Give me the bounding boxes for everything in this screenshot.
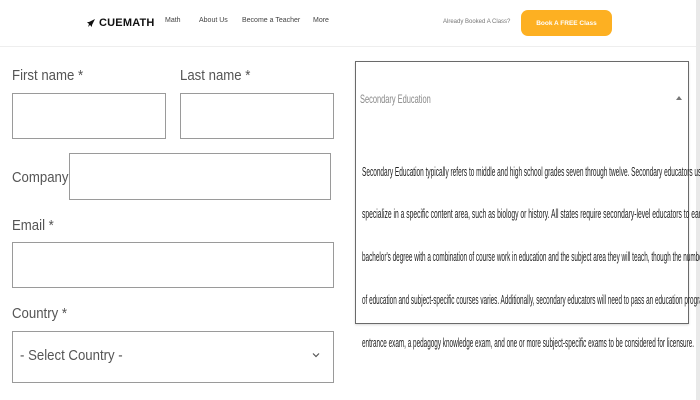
accordion-title[interactable]: Secondary Education xyxy=(360,92,431,106)
nav-link-more[interactable]: More xyxy=(313,17,329,24)
book-free-class-button[interactable]: Book A FREE Class xyxy=(521,10,612,36)
rocket-icon xyxy=(87,19,95,27)
email-label: Email * xyxy=(12,217,54,234)
top-nav: CUEMATH Math About Us Become a Teacher M… xyxy=(0,0,700,47)
last-name-field[interactable] xyxy=(180,93,334,139)
accordion-panel: Secondary Education xyxy=(355,61,689,324)
nav-link-become-a-teacher[interactable]: Become a Teacher xyxy=(242,17,300,24)
company-label: Company * xyxy=(12,169,78,186)
accordion-body-line: Secondary Education typically refers to … xyxy=(362,165,700,179)
last-name-label: Last name * xyxy=(180,67,251,84)
accordion-body-line: entrance exam, a pedagogy knowledge exam… xyxy=(362,336,695,350)
nav-link-math[interactable]: Math xyxy=(165,17,181,24)
nav-link-about-us[interactable]: About Us xyxy=(199,17,228,24)
cuemath-logo[interactable]: CUEMATH xyxy=(86,15,155,31)
chevron-down-icon xyxy=(312,353,320,358)
accordion-body-line: specialize in a specific content area, s… xyxy=(362,207,700,221)
scrollbar-track[interactable] xyxy=(696,0,700,400)
country-select[interactable]: - Select Country - xyxy=(12,331,334,383)
company-field[interactable] xyxy=(69,153,331,200)
first-name-field[interactable] xyxy=(12,93,166,139)
already-booked-link[interactable]: Already Booked A Class? xyxy=(443,19,510,25)
accordion-body-line: bachelor's degree with a combination of … xyxy=(362,250,700,264)
chevron-up-icon[interactable] xyxy=(675,94,683,102)
country-selected-value: - Select Country - xyxy=(20,347,123,364)
country-label: Country * xyxy=(12,305,68,322)
accordion-body-line: of education and subject-specific course… xyxy=(362,293,700,307)
logo-text: CUEMATH xyxy=(99,17,155,29)
first-name-label: First name * xyxy=(12,67,84,84)
email-field[interactable] xyxy=(12,242,334,288)
